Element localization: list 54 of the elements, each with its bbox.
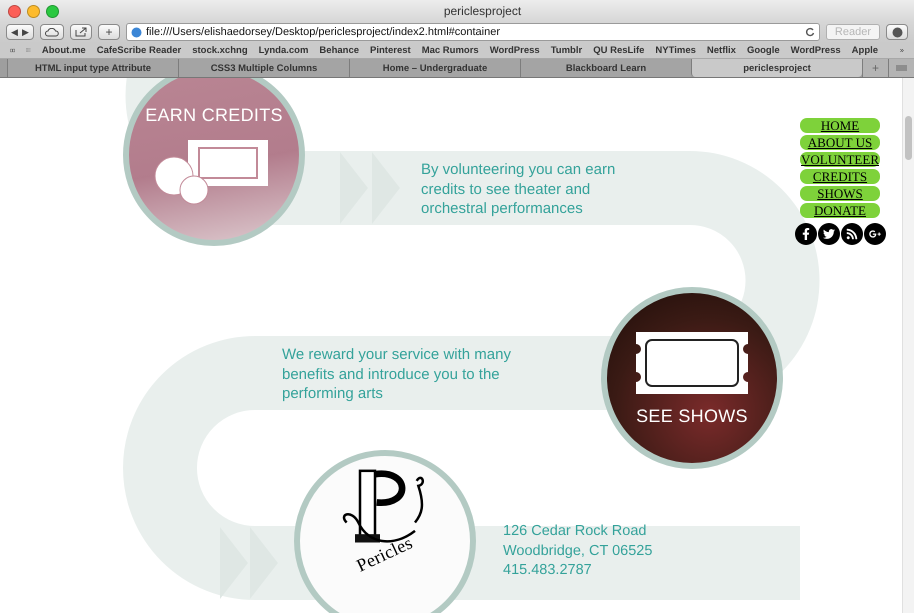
- address-line: Woodbridge, CT 06525: [503, 542, 654, 560]
- nav-button[interactable]: VOLUNTEER: [800, 152, 880, 167]
- feature-text: By volunteering you can earn credits to see theater and orchestral performances: [421, 160, 616, 218]
- back-forward-button[interactable]: ◀ ▶: [6, 24, 34, 40]
- bookmark-link[interactable]: WordPress: [790, 44, 841, 56]
- nav-button[interactable]: SHOWS: [800, 186, 880, 201]
- circle-caption: EARN CREDITS: [145, 104, 283, 126]
- reload-icon[interactable]: [804, 27, 815, 37]
- bookmark-link[interactable]: About.me: [42, 44, 86, 56]
- browser-tab[interactable]: CSS3 Multiple Columns: [178, 59, 349, 77]
- bookmark-link[interactable]: CafeScribe Reader: [96, 44, 182, 56]
- bookmark-link[interactable]: Google: [746, 44, 780, 56]
- bookmark-link[interactable]: WordPress: [490, 44, 540, 56]
- browser-tab[interactable]: Home – Undergraduate: [349, 59, 520, 77]
- download-button[interactable]: [886, 24, 908, 40]
- bookmark-link[interactable]: Apple: [852, 44, 878, 56]
- address-line: 126 Cedar Rock Road: [503, 522, 648, 541]
- browser-tab[interactable]: periclesproject: [691, 59, 862, 77]
- bookmark-link[interactable]: Lynda.com: [258, 44, 308, 56]
- rss-icon[interactable]: [840, 223, 862, 245]
- address-line: 415.483.2787: [503, 561, 593, 580]
- list-icon: [896, 65, 907, 71]
- bookmark-link[interactable]: Tumblr: [550, 44, 582, 56]
- bookmark-link[interactable]: Mac Rumors: [422, 44, 479, 56]
- nav-button[interactable]: CREDITS: [800, 169, 880, 184]
- scrollbar[interactable]: [902, 78, 914, 613]
- google-plus-icon[interactable]: [864, 223, 886, 245]
- browser-tab[interactable]: HTML input type Attribute: [7, 59, 178, 77]
- share-button[interactable]: [70, 24, 92, 40]
- share-icon: [75, 27, 87, 37]
- bookmark-link[interactable]: QU ResLife: [593, 44, 644, 56]
- bookmark-link[interactable]: Pinterest: [370, 44, 411, 56]
- nav-button[interactable]: HOME: [800, 118, 880, 133]
- cloud-icon: [45, 28, 59, 36]
- grid-icon[interactable]: [26, 46, 31, 54]
- bookmark-link[interactable]: Netflix: [706, 44, 736, 56]
- download-icon: [892, 26, 902, 38]
- globe-icon: [131, 26, 142, 38]
- address-field[interactable]: file:///Users/elishaedorsey/Desktop/periclesproject/index2.html#container: [126, 23, 820, 41]
- bookmark-link[interactable]: stock.xchng: [192, 44, 248, 56]
- bookmark-link[interactable]: NYTimes: [655, 44, 696, 56]
- browser-tab[interactable]: Blackboard Learn: [520, 59, 691, 77]
- nav-button[interactable]: ABOUT US: [800, 135, 880, 150]
- cloud-button[interactable]: [40, 24, 64, 40]
- bookmark-link[interactable]: Behance: [319, 44, 360, 56]
- twitter-icon[interactable]: [818, 223, 840, 245]
- circle-caption: SEE SHOWS: [636, 406, 748, 426]
- feature-text: We reward your service with many benefits and introduce you to the performing arts: [282, 345, 512, 404]
- tab-list-button[interactable]: [888, 59, 914, 77]
- window-title: periclesproject: [442, 4, 522, 18]
- nav-button[interactable]: DONATE: [800, 203, 880, 218]
- close-icon[interactable]: [8, 4, 21, 18]
- zoom-icon[interactable]: [46, 4, 59, 18]
- add-button[interactable]: +: [98, 24, 120, 40]
